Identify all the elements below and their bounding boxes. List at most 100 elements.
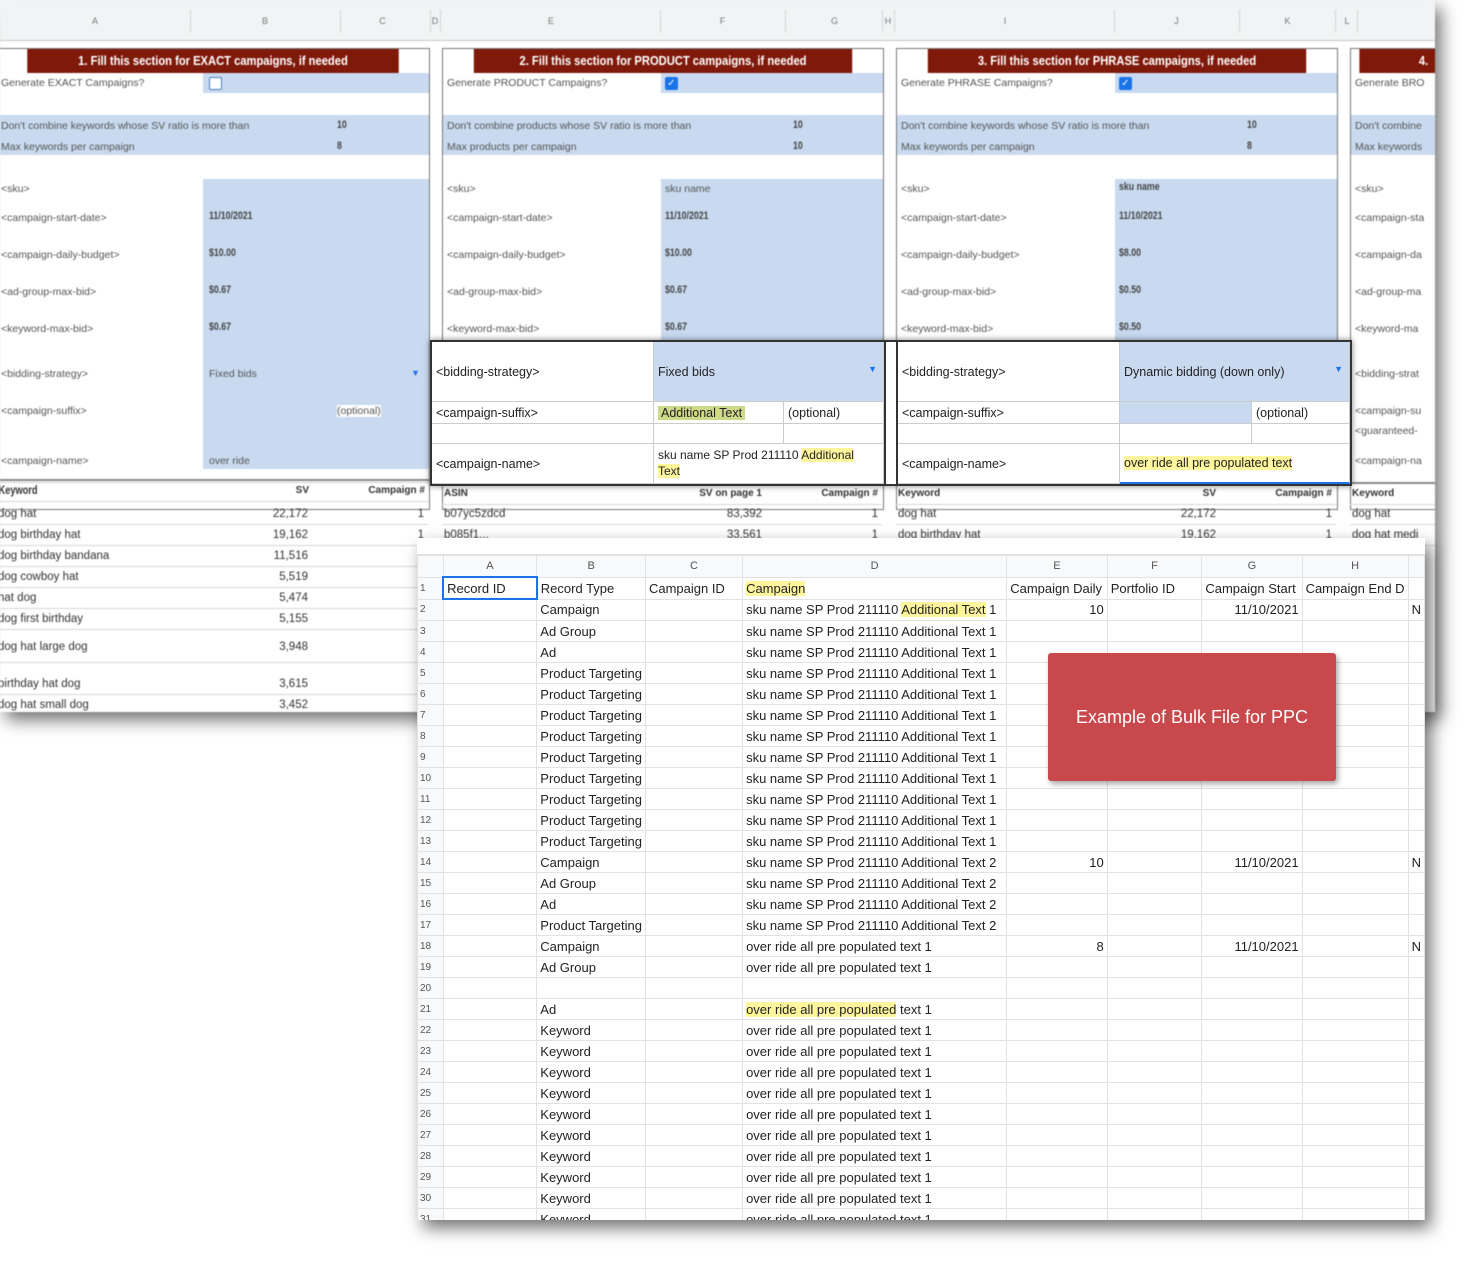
- next-col-cell[interactable]: [1407, 641, 1425, 663]
- campaign-id-cell[interactable]: [644, 1145, 744, 1167]
- campaign-cell[interactable]: sku name SP Prod 211110 Additional Text …: [742, 662, 1008, 684]
- row-number[interactable]: 2: [417, 598, 444, 621]
- end-date-cell[interactable]: [1301, 1145, 1409, 1167]
- campaign-cell[interactable]: over ride all pre populated text 1: [742, 998, 1008, 1020]
- row-number[interactable]: 10: [417, 767, 444, 789]
- row-number[interactable]: 8: [417, 725, 444, 747]
- row-number[interactable]: 1: [417, 576, 444, 600]
- start-date-cell[interactable]: [1201, 1145, 1303, 1167]
- generate-checkbox[interactable]: ✓: [1119, 77, 1132, 90]
- portfolio-id-cell[interactable]: [1106, 1103, 1203, 1125]
- daily-budget-cell[interactable]: [1006, 1166, 1108, 1188]
- daily-budget-cell[interactable]: [1006, 1187, 1108, 1209]
- record-id-cell[interactable]: [442, 809, 538, 831]
- row-number[interactable]: 27: [417, 1124, 444, 1146]
- campaign-id-cell[interactable]: [644, 977, 744, 999]
- column-letter[interactable]: A: [442, 555, 538, 578]
- campaign-id-cell[interactable]: [644, 1187, 744, 1209]
- next-col-cell[interactable]: [1407, 872, 1425, 894]
- header-cell[interactable]: Record Type: [536, 576, 646, 600]
- record-type-cell[interactable]: [536, 977, 646, 999]
- dropdown-arrow-icon[interactable]: ▼: [868, 364, 877, 374]
- record-id-cell[interactable]: [442, 598, 538, 621]
- record-type-cell[interactable]: Ad: [536, 998, 646, 1020]
- record-id-cell[interactable]: [442, 893, 538, 915]
- campaign-cell[interactable]: over ride all pre populated text 1: [742, 935, 1008, 957]
- start-date-cell[interactable]: [1201, 1019, 1303, 1041]
- portfolio-id-cell[interactable]: [1106, 788, 1203, 810]
- column-letter[interactable]: H: [882, 10, 895, 32]
- record-id-cell[interactable]: [442, 1040, 538, 1062]
- field-value[interactable]: $0.50: [1119, 321, 1141, 333]
- record-id-cell[interactable]: [442, 1166, 538, 1188]
- record-type-cell[interactable]: Keyword: [536, 1082, 646, 1104]
- generate-checkbox[interactable]: ✓: [665, 77, 678, 90]
- header-cell[interactable]: Campaign End D: [1301, 576, 1409, 600]
- start-date-cell[interactable]: [1201, 956, 1303, 978]
- record-id-cell[interactable]: [442, 872, 538, 894]
- end-date-cell[interactable]: [1301, 893, 1409, 915]
- record-type-cell[interactable]: Ad: [536, 893, 646, 915]
- daily-budget-cell[interactable]: [1006, 1061, 1108, 1083]
- campaign-id-cell[interactable]: [644, 893, 744, 915]
- daily-budget-cell[interactable]: [1006, 872, 1108, 894]
- name-field[interactable]: sku name SP Prod 211110 Additional Text: [654, 444, 884, 484]
- column-letter[interactable]: L: [1337, 10, 1358, 32]
- record-type-cell[interactable]: Ad Group: [536, 872, 646, 894]
- campaign-id-cell[interactable]: [644, 1040, 744, 1062]
- campaign-id-cell[interactable]: [644, 725, 744, 747]
- ratio-value[interactable]: 10: [337, 119, 347, 131]
- campaign-id-cell[interactable]: [644, 1103, 744, 1125]
- campaign-id-cell[interactable]: [644, 872, 744, 894]
- record-type-cell[interactable]: Product Targeting: [536, 788, 646, 810]
- next-col-cell[interactable]: [1407, 746, 1425, 768]
- record-id-cell[interactable]: [442, 704, 538, 726]
- end-date-cell[interactable]: [1301, 1187, 1409, 1209]
- record-id-cell[interactable]: [442, 830, 538, 852]
- column-letter[interactable]: I: [896, 10, 1115, 32]
- campaign-id-cell[interactable]: [644, 956, 744, 978]
- record-type-cell[interactable]: Product Targeting: [536, 914, 646, 936]
- end-date-cell[interactable]: [1301, 851, 1409, 873]
- portfolio-id-cell[interactable]: [1106, 1061, 1203, 1083]
- campaign-id-cell[interactable]: [644, 998, 744, 1020]
- record-type-cell[interactable]: Product Targeting: [536, 767, 646, 789]
- daily-budget-cell[interactable]: [1006, 1040, 1108, 1062]
- portfolio-id-cell[interactable]: [1106, 872, 1203, 894]
- portfolio-id-cell[interactable]: [1106, 956, 1203, 978]
- campaign-cell[interactable]: sku name SP Prod 211110 Additional Text …: [742, 641, 1008, 663]
- record-type-cell[interactable]: Keyword: [536, 1040, 646, 1062]
- field-value[interactable]: $10.00: [209, 247, 236, 259]
- campaign-cell[interactable]: sku name SP Prod 211110 Additional Text …: [742, 767, 1008, 789]
- next-col-cell[interactable]: [1407, 683, 1425, 705]
- corner-cell[interactable]: [417, 555, 444, 578]
- next-col-cell[interactable]: [1407, 956, 1425, 978]
- record-type-cell[interactable]: Ad Group: [536, 956, 646, 978]
- next-col-cell[interactable]: [1407, 977, 1425, 999]
- end-date-cell[interactable]: [1301, 620, 1409, 642]
- ratio-value[interactable]: 10: [1247, 119, 1257, 131]
- row-number[interactable]: 3: [417, 620, 444, 642]
- end-date-cell[interactable]: [1301, 1082, 1409, 1104]
- row-number[interactable]: 15: [417, 872, 444, 894]
- row-number[interactable]: 23: [417, 1040, 444, 1062]
- campaign-id-cell[interactable]: [644, 683, 744, 705]
- field-value[interactable]: sku name: [1119, 181, 1160, 193]
- campaign-id-cell[interactable]: [644, 830, 744, 852]
- campaign-cell[interactable]: sku name SP Prod 211110 Additional Text …: [742, 830, 1008, 852]
- bidding-select[interactable]: Fixed bids ▼: [654, 342, 884, 402]
- row-number[interactable]: 26: [417, 1103, 444, 1125]
- campaign-id-cell[interactable]: [644, 809, 744, 831]
- name-field[interactable]: over ride all pre populated text: [1120, 444, 1350, 484]
- end-date-cell[interactable]: [1301, 598, 1409, 621]
- next-col-cell[interactable]: [1407, 620, 1425, 642]
- campaign-cell[interactable]: over ride all pre populated text 1: [742, 1103, 1008, 1125]
- record-type-cell[interactable]: Keyword: [536, 1103, 646, 1125]
- campaign-cell[interactable]: sku name SP Prod 211110 Additional Text …: [742, 914, 1008, 936]
- column-letter[interactable]: B: [536, 555, 646, 578]
- daily-budget-cell[interactable]: 8: [1006, 935, 1108, 957]
- campaign-cell[interactable]: over ride all pre populated text 1: [742, 1019, 1008, 1041]
- start-date-cell[interactable]: [1201, 1061, 1303, 1083]
- next-col-cell[interactable]: [1407, 662, 1425, 684]
- next-col-cell[interactable]: N: [1407, 935, 1425, 957]
